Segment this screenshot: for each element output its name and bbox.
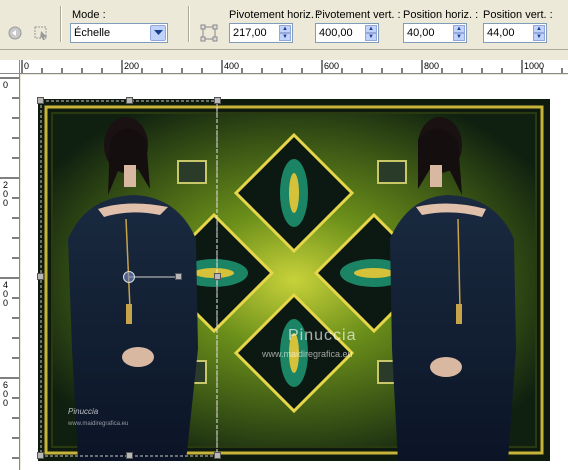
transform-handle-l[interactable] <box>37 273 44 280</box>
transform-overlay <box>40 100 218 457</box>
transform-handle-t[interactable] <box>126 97 133 104</box>
rotation-pivot-icon[interactable] <box>123 271 135 283</box>
transform-handle-r[interactable] <box>214 273 221 280</box>
transform-handle-br[interactable] <box>214 452 221 459</box>
transform-handle-tr[interactable] <box>214 97 221 104</box>
transform-handle-tl[interactable] <box>37 97 44 104</box>
rotation-handle[interactable] <box>175 273 182 280</box>
transform-handle-bl[interactable] <box>37 452 44 459</box>
transform-handle-b[interactable] <box>126 452 133 459</box>
